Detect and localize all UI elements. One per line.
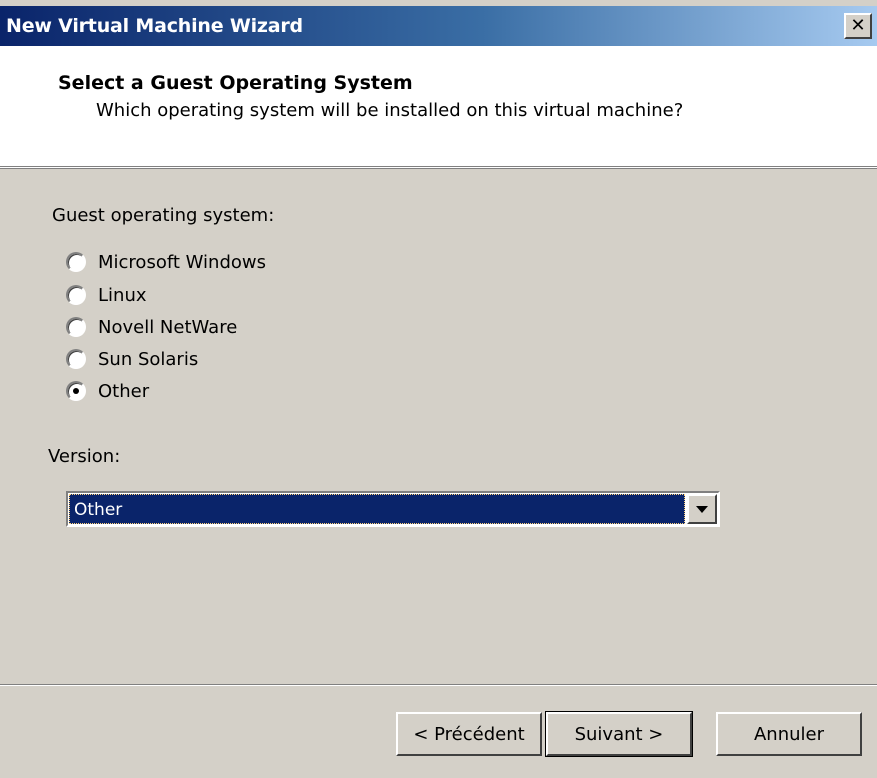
radio-other[interactable]: Other [66,377,149,405]
window-title: New Virtual Machine Wizard [6,15,303,37]
header-divider [0,166,877,168]
radio-label-linux: Linux [98,284,147,306]
close-button[interactable]: ✕ [844,13,872,39]
next-button[interactable]: Suivant > [545,711,693,757]
wizard-window: New Virtual Machine Wizard ✕ Select a Gu… [0,0,877,778]
radio-button-other[interactable] [66,381,86,401]
radio-linux[interactable]: Linux [66,281,147,309]
radio-novell-netware[interactable]: Novell NetWare [66,313,237,341]
chevron-down-icon [696,505,708,513]
version-selected-value[interactable]: Other [69,494,685,524]
previous-button[interactable]: < Précédent [396,712,542,756]
title-bar[interactable]: New Virtual Machine Wizard ✕ [0,6,877,46]
cancel-button[interactable]: Annuler [716,712,862,756]
wizard-header: Select a Guest Operating System Which op… [0,46,877,168]
page-subtitle: Which operating system will be installed… [96,100,684,121]
radio-button-linux[interactable] [66,285,86,305]
radio-sun-solaris[interactable]: Sun Solaris [66,345,198,373]
radio-button-microsoft-windows[interactable] [66,252,86,272]
radio-microsoft-windows[interactable]: Microsoft Windows [66,248,266,276]
version-dropdown-button[interactable] [687,494,717,524]
version-select[interactable]: Other [66,491,720,527]
guest-os-label: Guest operating system: [52,205,275,226]
radio-label-other: Other [98,380,150,402]
radio-button-sun-solaris[interactable] [66,349,86,369]
close-icon: ✕ [850,15,866,36]
radio-button-novell-netware[interactable] [66,317,86,337]
page-title: Select a Guest Operating System [58,72,413,94]
radio-label-microsoft-windows: Microsoft Windows [98,251,266,273]
radio-label-sun-solaris: Sun Solaris [98,348,199,370]
radio-label-novell-netware: Novell NetWare [98,316,238,338]
version-label: Version: [48,446,121,467]
footer-divider [0,684,877,686]
